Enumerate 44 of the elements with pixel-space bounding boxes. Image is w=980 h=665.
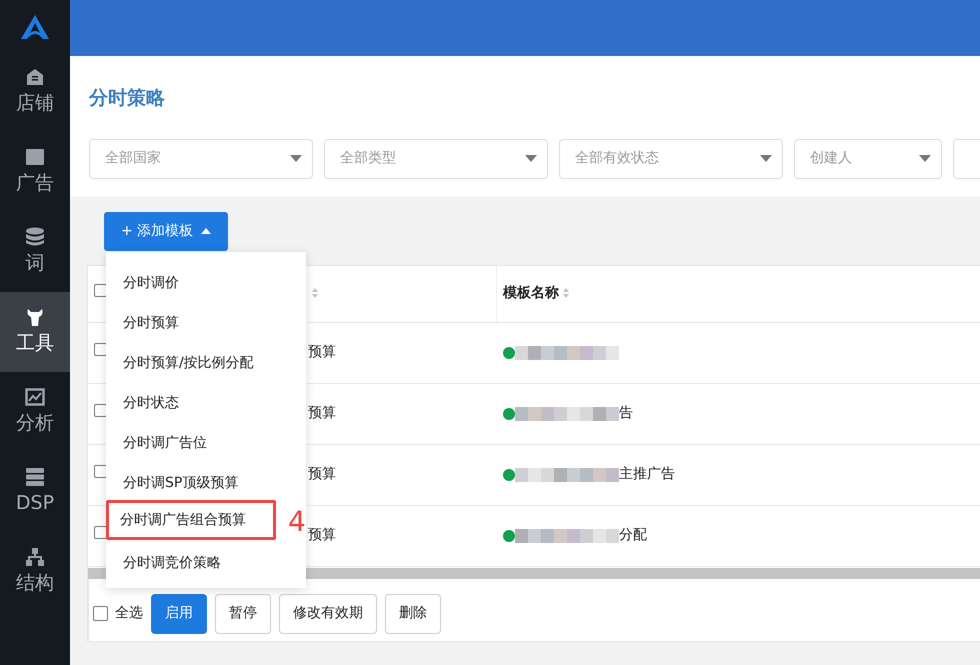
checkbox[interactable] <box>94 465 107 478</box>
database-icon <box>25 226 45 247</box>
shop-icon <box>25 66 45 87</box>
action-button[interactable]: 暂停 <box>215 594 271 634</box>
checkbox[interactable] <box>94 526 107 539</box>
add-template-button[interactable]: + 添加模板 <box>104 212 228 250</box>
sidebar-item[interactable]: 店铺 <box>0 52 70 132</box>
sidebar-item[interactable]: 广告 <box>0 132 70 212</box>
menu-item[interactable]: 分时状态 <box>106 380 306 420</box>
checkbox[interactable] <box>94 343 107 356</box>
table-cell-text: 预算 <box>308 526 336 545</box>
menu-item[interactable]: 分时调竞价策略 <box>106 540 306 580</box>
table-cell-text: 告 <box>619 404 633 423</box>
app-logo <box>20 14 50 40</box>
checkbox[interactable] <box>93 606 108 621</box>
table-cell-text: 预算 <box>308 465 336 484</box>
sidebar-item[interactable]: 词 <box>0 212 70 292</box>
sidebar-item[interactable]: DSP <box>0 452 70 532</box>
menu-item[interactable]: 分时预算 <box>106 300 306 340</box>
menu-item[interactable]: 分时调价 <box>106 260 306 300</box>
server-icon <box>25 466 45 487</box>
table-cell-text: 主推广告 <box>619 465 675 484</box>
column-header[interactable]: 模板名称 <box>503 283 559 304</box>
menu-item[interactable]: 分时调广告组合预算 <box>106 500 276 540</box>
checkbox[interactable] <box>94 284 107 297</box>
chart-icon <box>25 386 45 407</box>
checkbox[interactable] <box>94 404 107 417</box>
page-title: 分时策略 <box>89 86 165 111</box>
enable-button[interactable]: 启用 <box>151 594 207 634</box>
table-cell-text: 预算 <box>308 343 336 362</box>
action-button[interactable]: 修改有效期 <box>279 594 377 634</box>
table-cell-text: 预算 <box>308 404 336 423</box>
select-all-label[interactable]: 全选 <box>115 603 143 624</box>
sidebar-item[interactable]: 结构 <box>0 532 70 612</box>
ad-icon <box>25 146 45 167</box>
annotation-number: 4 <box>288 508 306 536</box>
action-button[interactable]: 删除 <box>385 594 441 634</box>
menu-item[interactable]: 分时调广告位 <box>106 420 306 460</box>
sidebar-item[interactable]: 工具 <box>0 292 70 372</box>
menu-item[interactable]: 分时调SP顶级预算 <box>106 460 306 500</box>
hierarchy-icon <box>25 546 45 567</box>
menu-item[interactable]: 分时预算/按比例分配 <box>106 340 306 380</box>
table-cell-text: 分配 <box>619 526 647 545</box>
sidebar-item[interactable]: 分析 <box>0 372 70 452</box>
